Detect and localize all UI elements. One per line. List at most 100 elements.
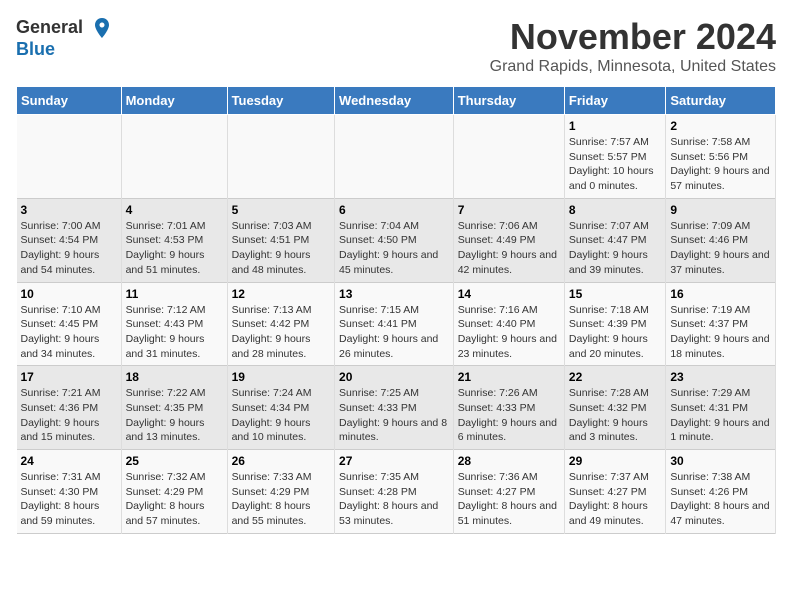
calendar-cell: 16 Sunrise: 7:19 AMSunset: 4:37 PMDayligh… xyxy=(666,282,776,366)
calendar-cell: 9 Sunrise: 7:09 AMSunset: 4:46 PMDaylight… xyxy=(666,198,776,282)
day-number: 14 xyxy=(458,287,560,301)
col-header-sunday: Sunday xyxy=(17,87,122,115)
col-header-friday: Friday xyxy=(564,87,665,115)
day-info: Sunrise: 7:03 AMSunset: 4:51 PMDaylight:… xyxy=(232,219,330,278)
day-info: Sunrise: 7:19 AMSunset: 4:37 PMDaylight:… xyxy=(670,303,771,362)
day-number: 18 xyxy=(126,370,223,384)
day-number: 26 xyxy=(232,454,330,468)
day-info: Sunrise: 7:12 AMSunset: 4:43 PMDaylight:… xyxy=(126,303,223,362)
calendar-cell: 23 Sunrise: 7:29 AMSunset: 4:31 PMDayligh… xyxy=(666,366,776,450)
calendar-cell: 14 Sunrise: 7:16 AMSunset: 4:40 PMDayligh… xyxy=(453,282,564,366)
calendar-cell: 28 Sunrise: 7:36 AMSunset: 4:27 PMDayligh… xyxy=(453,450,564,534)
calendar-cell: 17 Sunrise: 7:21 AMSunset: 4:36 PMDayligh… xyxy=(17,366,122,450)
calendar-cell: 13 Sunrise: 7:15 AMSunset: 4:41 PMDayligh… xyxy=(335,282,454,366)
day-info: Sunrise: 7:33 AMSunset: 4:29 PMDaylight:… xyxy=(232,470,330,529)
calendar-cell: 19 Sunrise: 7:24 AMSunset: 4:34 PMDayligh… xyxy=(227,366,334,450)
calendar-cell xyxy=(17,115,122,199)
day-number: 15 xyxy=(569,287,661,301)
day-number: 25 xyxy=(126,454,223,468)
calendar-cell: 20 Sunrise: 7:25 AMSunset: 4:33 PMDayligh… xyxy=(335,366,454,450)
calendar-cell: 1Sunrise: 7:57 AMSunset: 5:57 PMDaylight… xyxy=(564,115,665,199)
day-info: Sunrise: 7:18 AMSunset: 4:39 PMDaylight:… xyxy=(569,303,661,362)
day-info: Sunrise: 7:04 AMSunset: 4:50 PMDaylight:… xyxy=(339,219,449,278)
day-info: Sunrise: 7:01 AMSunset: 4:53 PMDaylight:… xyxy=(126,219,223,278)
calendar-cell: 8 Sunrise: 7:07 AMSunset: 4:47 PMDaylight… xyxy=(564,198,665,282)
calendar-cell: 29 Sunrise: 7:37 AMSunset: 4:27 PMDayligh… xyxy=(564,450,665,534)
day-info: Sunrise: 7:10 AMSunset: 4:45 PMDaylight:… xyxy=(21,303,117,362)
day-info: Sunrise: 7:22 AMSunset: 4:35 PMDaylight:… xyxy=(126,386,223,445)
calendar-cell: 18 Sunrise: 7:22 AMSunset: 4:35 PMDayligh… xyxy=(121,366,227,450)
logo-general: General xyxy=(16,17,83,37)
day-info: Sunrise: 7:26 AMSunset: 4:33 PMDaylight:… xyxy=(458,386,560,445)
calendar-cell: 27 Sunrise: 7:35 AMSunset: 4:28 PMDayligh… xyxy=(335,450,454,534)
day-number: 19 xyxy=(232,370,330,384)
calendar-cell xyxy=(227,115,334,199)
day-info: Sunrise: 7:32 AMSunset: 4:29 PMDaylight:… xyxy=(126,470,223,529)
title-section: November 2024 Grand Rapids, Minnesota, U… xyxy=(490,16,776,76)
col-header-monday: Monday xyxy=(121,87,227,115)
day-number: 11 xyxy=(126,287,223,301)
day-info: Sunrise: 7:16 AMSunset: 4:40 PMDaylight:… xyxy=(458,303,560,362)
day-info: Sunrise: 7:38 AMSunset: 4:26 PMDaylight:… xyxy=(670,470,771,529)
day-number: 8 xyxy=(569,203,661,217)
day-number: 13 xyxy=(339,287,449,301)
subtitle: Grand Rapids, Minnesota, United States xyxy=(490,58,776,76)
calendar-cell: 15 Sunrise: 7:18 AMSunset: 4:39 PMDayligh… xyxy=(564,282,665,366)
day-number: 17 xyxy=(21,370,117,384)
calendar-cell xyxy=(335,115,454,199)
day-number: 20 xyxy=(339,370,449,384)
day-info: Sunrise: 7:24 AMSunset: 4:34 PMDaylight:… xyxy=(232,386,330,445)
day-number: 16 xyxy=(670,287,771,301)
calendar-cell: 30 Sunrise: 7:38 AMSunset: 4:26 PMDayligh… xyxy=(666,450,776,534)
day-info: Sunrise: 7:35 AMSunset: 4:28 PMDaylight:… xyxy=(339,470,449,529)
calendar-cell: 25 Sunrise: 7:32 AMSunset: 4:29 PMDayligh… xyxy=(121,450,227,534)
day-info: Sunrise: 7:09 AMSunset: 4:46 PMDaylight:… xyxy=(670,219,771,278)
logo-blue: Blue xyxy=(16,39,55,59)
day-info: Sunrise: 7:31 AMSunset: 4:30 PMDaylight:… xyxy=(21,470,117,529)
day-number: 5 xyxy=(232,203,330,217)
calendar-cell xyxy=(453,115,564,199)
day-info: Sunrise: 7:00 AMSunset: 4:54 PMDaylight:… xyxy=(21,219,117,278)
day-number: 4 xyxy=(126,203,223,217)
col-header-tuesday: Tuesday xyxy=(227,87,334,115)
day-info: Sunrise: 7:36 AMSunset: 4:27 PMDaylight:… xyxy=(458,470,560,529)
day-number: 9 xyxy=(670,203,771,217)
col-header-saturday: Saturday xyxy=(666,87,776,115)
day-number: 10 xyxy=(21,287,117,301)
day-info: Sunrise: 7:25 AMSunset: 4:33 PMDaylight:… xyxy=(339,386,449,445)
day-number: 30 xyxy=(670,454,771,468)
calendar-cell: 2Sunrise: 7:58 AMSunset: 5:56 PMDaylight… xyxy=(666,115,776,199)
calendar-cell: 26 Sunrise: 7:33 AMSunset: 4:29 PMDayligh… xyxy=(227,450,334,534)
day-info: Sunrise: 7:29 AMSunset: 4:31 PMDaylight:… xyxy=(670,386,771,445)
day-info: Sunrise: 7:13 AMSunset: 4:42 PMDaylight:… xyxy=(232,303,330,362)
day-number: 6 xyxy=(339,203,449,217)
day-info: Sunrise: 7:57 AMSunset: 5:57 PMDaylight:… xyxy=(569,135,661,194)
day-info: Sunrise: 7:06 AMSunset: 4:49 PMDaylight:… xyxy=(458,219,560,278)
logo: General Blue xyxy=(16,16,114,60)
calendar-cell: 21 Sunrise: 7:26 AMSunset: 4:33 PMDayligh… xyxy=(453,366,564,450)
day-info: Sunrise: 7:15 AMSunset: 4:41 PMDaylight:… xyxy=(339,303,449,362)
calendar-cell: 22Sunrise: 7:28 AMSunset: 4:32 PMDayligh… xyxy=(564,366,665,450)
day-number: 28 xyxy=(458,454,560,468)
calendar-cell: 7Sunrise: 7:06 AMSunset: 4:49 PMDaylight… xyxy=(453,198,564,282)
calendar-cell: 11 Sunrise: 7:12 AMSunset: 4:43 PMDayligh… xyxy=(121,282,227,366)
main-title: November 2024 xyxy=(490,16,776,58)
calendar-cell: 6 Sunrise: 7:04 AMSunset: 4:50 PMDaylight… xyxy=(335,198,454,282)
day-number: 29 xyxy=(569,454,661,468)
day-info: Sunrise: 7:07 AMSunset: 4:47 PMDaylight:… xyxy=(569,219,661,278)
calendar-cell: 5 Sunrise: 7:03 AMSunset: 4:51 PMDaylight… xyxy=(227,198,334,282)
day-number: 3 xyxy=(21,203,117,217)
day-number: 21 xyxy=(458,370,560,384)
day-number: 24 xyxy=(21,454,117,468)
calendar-table: SundayMondayTuesdayWednesdayThursdayFrid… xyxy=(16,86,776,534)
day-info: Sunrise: 7:37 AMSunset: 4:27 PMDaylight:… xyxy=(569,470,661,529)
calendar-cell: 12Sunrise: 7:13 AMSunset: 4:42 PMDayligh… xyxy=(227,282,334,366)
calendar-cell: 24 Sunrise: 7:31 AMSunset: 4:30 PMDayligh… xyxy=(17,450,122,534)
day-info: Sunrise: 7:21 AMSunset: 4:36 PMDaylight:… xyxy=(21,386,117,445)
day-number: 2 xyxy=(670,119,771,133)
col-header-wednesday: Wednesday xyxy=(335,87,454,115)
day-number: 23 xyxy=(670,370,771,384)
calendar-cell xyxy=(121,115,227,199)
day-number: 22 xyxy=(569,370,661,384)
day-number: 27 xyxy=(339,454,449,468)
